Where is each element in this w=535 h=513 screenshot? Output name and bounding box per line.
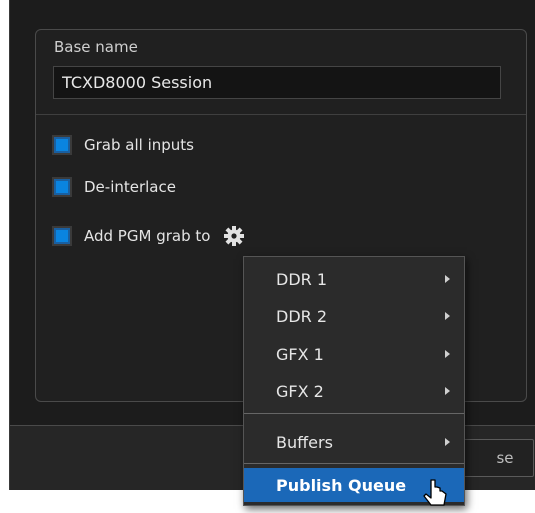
menu-item-gfx1[interactable]: GFX 1 [244, 337, 464, 371]
chevron-right-icon [445, 275, 450, 283]
de-interlace-option[interactable]: De-interlace [52, 176, 176, 198]
menu-item-ddr2[interactable]: DDR 2 [244, 299, 464, 333]
menu-item-label: DDR 1 [276, 269, 328, 289]
menu-item-label: Buffers [276, 432, 333, 452]
menu-item-ddr1[interactable]: DDR 1 [244, 262, 464, 296]
grab-all-inputs-label: Grab all inputs [84, 136, 194, 154]
chevron-right-icon [445, 312, 450, 320]
menu-separator [244, 413, 464, 414]
chevron-right-icon [445, 438, 450, 446]
base-name-label: Base name [54, 38, 138, 56]
chevron-right-icon [445, 387, 450, 395]
de-interlace-label: De-interlace [84, 178, 176, 196]
gear-icon[interactable] [224, 226, 245, 246]
add-pgm-grab-checkbox[interactable] [52, 226, 72, 246]
menu-separator [244, 463, 464, 464]
close-button-label: se [496, 449, 514, 467]
menu-item-label: GFX 2 [276, 381, 324, 401]
chevron-right-icon [445, 350, 450, 358]
menu-item-buffers[interactable]: Buffers [244, 425, 464, 459]
menu-item-gfx2[interactable]: GFX 2 [244, 374, 464, 408]
grab-all-inputs-checkbox[interactable] [52, 135, 72, 155]
add-pgm-grab-option[interactable]: Add PGM grab to [52, 225, 245, 247]
pgm-grab-target-menu: DDR 1 DDR 2 GFX 1 GFX 2 Buffers Publish … [243, 256, 465, 506]
menu-item-label: Publish Queue [276, 475, 407, 495]
menu-item-label: GFX 1 [276, 344, 324, 364]
group-divider [36, 114, 526, 115]
menu-item-label: DDR 2 [276, 306, 328, 326]
pointer-cursor-icon [423, 479, 447, 506]
base-name-input[interactable] [53, 66, 501, 99]
grab-all-inputs-option[interactable]: Grab all inputs [52, 134, 194, 156]
de-interlace-checkbox[interactable] [52, 177, 72, 197]
add-pgm-grab-label: Add PGM grab to [84, 227, 211, 245]
